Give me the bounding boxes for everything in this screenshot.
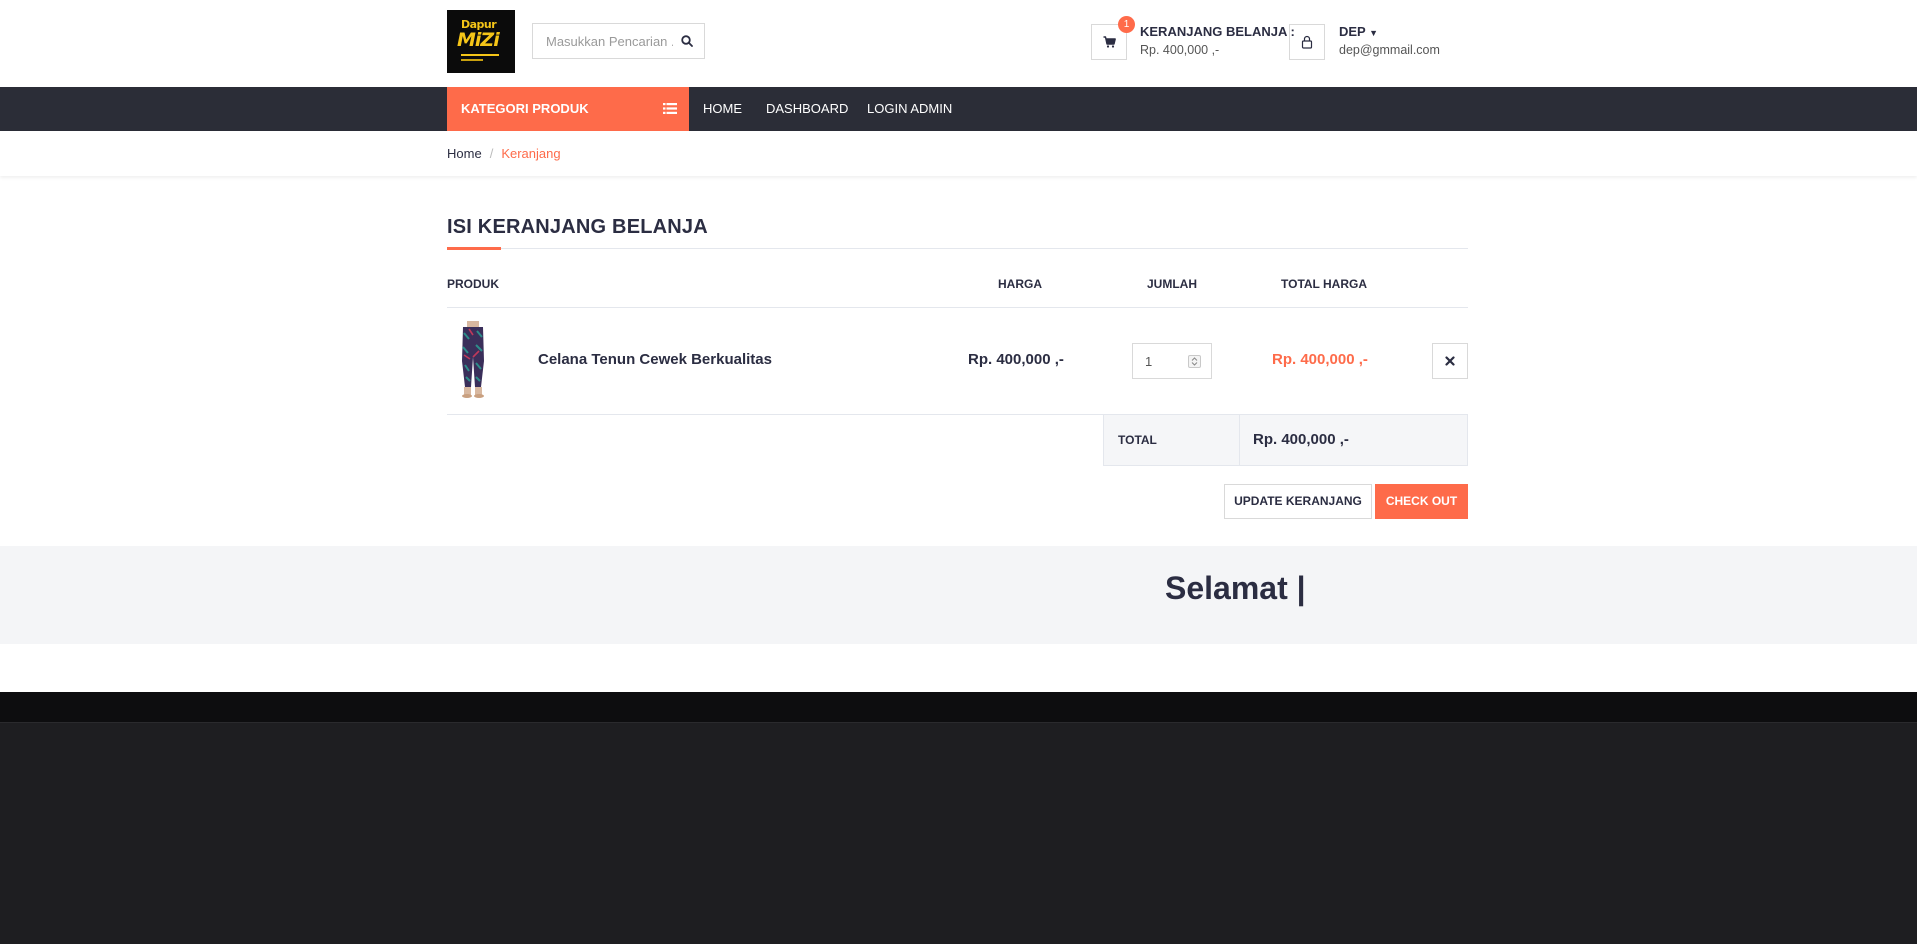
footer-top-strip (0, 692, 1917, 722)
cart-amount: Rp. 400,000 ,- (1140, 43, 1220, 57)
breadcrumb: Home / Keranjang (447, 146, 561, 161)
quantity-spin-button[interactable] (1188, 355, 1201, 368)
caret-down-icon: ▼ (1369, 28, 1379, 38)
user-icon (1301, 35, 1313, 49)
nav-home[interactable]: HOME (703, 87, 742, 131)
cart-count-badge: 1 (1118, 16, 1135, 33)
update-cart-button[interactable]: UPDATE KERANJANG (1224, 484, 1372, 519)
product-image[interactable] (451, 321, 495, 399)
product-total-price: Rp. 400,000 ,- (1272, 351, 1368, 368)
logo-text-main: MiZi (457, 29, 500, 51)
welcome-marquee-text: Selamat | (1165, 570, 1306, 606)
user-name: DEP (1339, 24, 1366, 39)
search-box (532, 23, 705, 59)
product-price: Rp. 400,000 ,- (968, 351, 1064, 368)
column-header-total: TOTAL HARGA (1281, 277, 1367, 291)
logo-underline-short (461, 59, 483, 61)
breadcrumb-current: Keranjang (501, 146, 561, 161)
category-menu-button[interactable]: KATEGORI PRODUK (447, 87, 689, 131)
user-button[interactable] (1289, 24, 1325, 60)
cart-title[interactable]: KERANJANG BELANJA : (1140, 24, 1295, 39)
list-icon (663, 103, 677, 114)
close-icon (1445, 356, 1455, 366)
product-name[interactable]: Celana Tenun Cewek Berkualitas (538, 351, 772, 368)
main-nav: KATEGORI PRODUK HOME DASHBOARD LOGIN ADM… (0, 87, 1917, 131)
breadcrumb-bar: Home / Keranjang (0, 131, 1917, 176)
title-divider (447, 248, 1468, 249)
logo-underline (461, 54, 499, 56)
welcome-band: Selamat | (0, 546, 1917, 644)
column-header-quantity: JUMLAH (1147, 277, 1197, 291)
checkout-button[interactable]: CHECK OUT (1375, 484, 1468, 519)
user-menu-toggle[interactable]: DEP ▼ (1339, 24, 1378, 39)
cart-total-label: TOTAL (1118, 433, 1157, 447)
cart-total-divider (1239, 415, 1240, 465)
site-footer (0, 723, 1917, 944)
site-header: Dapur MiZi 1 KERANJANG BELANJA : Rp. 400… (0, 0, 1917, 87)
search-button[interactable] (670, 24, 704, 58)
quantity-stepper (1132, 343, 1212, 379)
remove-item-button[interactable] (1432, 343, 1468, 379)
table-header-divider (447, 307, 1468, 308)
breadcrumb-home[interactable]: Home (447, 146, 482, 161)
nav-dashboard[interactable]: DASHBOARD (766, 87, 848, 131)
page-title: ISI KERANJANG BELANJA (447, 216, 708, 238)
nav-login-admin[interactable]: LOGIN ADMIN (867, 87, 952, 131)
cart-icon (1103, 36, 1116, 48)
user-email: dep@gmmail.com (1339, 43, 1440, 57)
search-icon (681, 35, 693, 47)
spinner-arrows-icon (1191, 357, 1198, 366)
site-logo[interactable]: Dapur MiZi (447, 10, 515, 73)
cart-total-value: Rp. 400,000 ,- (1253, 431, 1349, 448)
category-menu-label: KATEGORI PRODUK (461, 101, 589, 116)
breadcrumb-separator: / (489, 146, 494, 161)
column-header-price: HARGA (998, 277, 1042, 291)
column-header-product: PRODUK (447, 277, 500, 291)
search-input[interactable] (533, 24, 673, 58)
title-accent-bar (447, 247, 501, 250)
quantity-input[interactable] (1133, 344, 1188, 378)
cart-total-box: TOTAL Rp. 400,000 ,- (1103, 414, 1468, 466)
